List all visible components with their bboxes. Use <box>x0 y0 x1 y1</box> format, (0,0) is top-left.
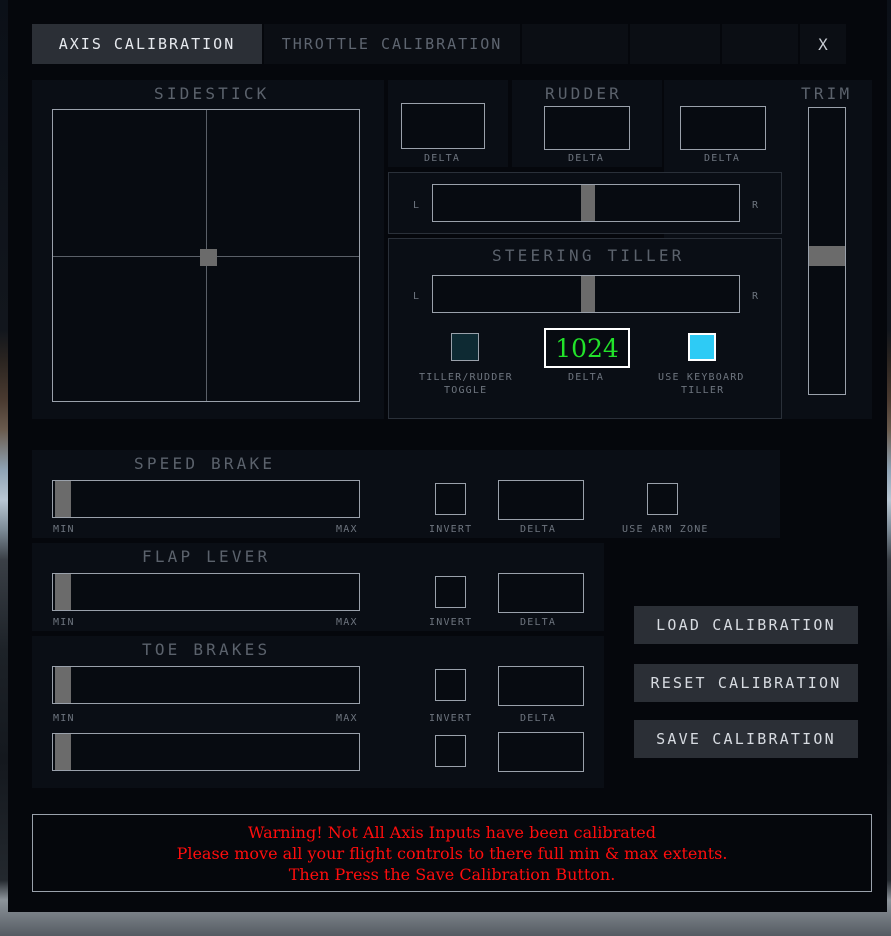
speed-brake-min-label: MIN <box>53 524 75 535</box>
toe-brakes-delta-label: DELTA <box>520 713 557 724</box>
speed-brake-title: SPEED BRAKE <box>134 454 276 473</box>
flap-lever-title: FLAP LEVER <box>142 547 271 566</box>
trim-delta-label: DELTA <box>704 153 741 164</box>
flap-lever-max-label: MAX <box>336 617 358 628</box>
flap-lever-invert-checkbox[interactable] <box>435 576 466 608</box>
tab-throttle-calibration-label: THROTTLE CALIBRATION <box>281 35 503 53</box>
speed-brake-delta-value <box>499 481 583 519</box>
tiller-right-label: R <box>752 291 760 302</box>
flap-lever-delta-label: DELTA <box>520 617 557 628</box>
speed-brake-invert-label: INVERT <box>429 524 473 535</box>
toe-brakes-slider-left[interactable] <box>52 666 360 704</box>
speed-brake-max-label: MAX <box>336 524 358 535</box>
tiller-left-label: L <box>413 291 421 302</box>
close-icon[interactable]: X <box>800 24 846 64</box>
toe-brakes-slider-right[interactable] <box>52 733 360 771</box>
toe-brakes-delta-box-right[interactable] <box>498 732 584 772</box>
trim-slider[interactable] <box>808 107 846 395</box>
reset-calibration-label: RESET CALIBRATION <box>650 674 842 692</box>
toe-brakes-invert-checkbox-left[interactable] <box>435 669 466 701</box>
tiller-delta-value: 1024 <box>555 333 619 363</box>
steering-tiller-title: STEERING TILLER <box>492 246 685 265</box>
tab-empty-2[interactable] <box>630 24 720 64</box>
rudder-right-label: R <box>752 200 760 211</box>
sidestick-delta-value <box>402 104 484 148</box>
speed-brake-arm-zone-checkbox[interactable] <box>647 483 678 515</box>
toe-brakes-min-label: MIN <box>53 713 75 724</box>
flap-lever-delta-box[interactable] <box>498 573 584 613</box>
tiller-delta-label: DELTA <box>568 372 605 383</box>
save-calibration-label: SAVE CALIBRATION <box>656 730 836 748</box>
speed-brake-slider-thumb[interactable] <box>55 481 71 517</box>
warning-line-1: Warning! Not All Axis Inputs have been c… <box>248 822 656 842</box>
sidestick-cursor[interactable] <box>200 249 217 266</box>
load-calibration-button[interactable]: LOAD CALIBRATION <box>634 606 858 644</box>
speed-brake-slider[interactable] <box>52 480 360 518</box>
flap-lever-slider-thumb[interactable] <box>55 574 71 610</box>
save-calibration-button[interactable]: SAVE CALIBRATION <box>634 720 858 758</box>
sidestick-delta-label: DELTA <box>424 153 461 164</box>
tab-empty-1[interactable] <box>522 24 628 64</box>
toe-brakes-invert-checkbox-right[interactable] <box>435 735 466 767</box>
rudder-title: RUDDER <box>545 84 622 103</box>
tiller-rudder-toggle-label-line1: TILLER/RUDDER <box>419 372 513 383</box>
toe-brakes-slider-left-thumb[interactable] <box>55 667 71 703</box>
close-label: X <box>818 34 828 54</box>
rudder-delta-label: DELTA <box>568 153 605 164</box>
toe-brakes-max-label: MAX <box>336 713 358 724</box>
toe-brakes-invert-label: INVERT <box>429 713 473 724</box>
trim-delta-value <box>681 107 765 149</box>
sidestick-delta-box[interactable] <box>401 103 485 149</box>
flap-lever-delta-value <box>499 574 583 612</box>
toe-brakes-delta-value-left <box>499 667 583 705</box>
rudder-slider-thumb[interactable] <box>581 185 595 221</box>
trim-title: TRIM <box>801 84 853 103</box>
flap-lever-min-label: MIN <box>53 617 75 628</box>
tab-axis-calibration-label: AXIS CALIBRATION <box>58 35 236 53</box>
trim-delta-box[interactable] <box>680 106 766 150</box>
load-calibration-label: LOAD CALIBRATION <box>656 616 836 634</box>
tab-bar: AXIS CALIBRATION THROTTLE CALIBRATION X <box>32 24 872 64</box>
speed-brake-invert-checkbox[interactable] <box>435 483 466 515</box>
tiller-delta-box[interactable]: 1024 <box>544 328 630 368</box>
speed-brake-delta-label: DELTA <box>520 524 557 535</box>
sidestick-axis-pad[interactable] <box>52 109 360 402</box>
warning-line-2: Please move all your flight controls to … <box>176 843 728 863</box>
tab-axis-calibration[interactable]: AXIS CALIBRATION <box>32 24 262 64</box>
speed-brake-arm-zone-label: USE ARM ZONE <box>622 524 709 535</box>
use-keyboard-tiller-checkbox[interactable] <box>688 333 716 361</box>
rudder-slider[interactable] <box>432 184 740 222</box>
toe-brakes-slider-right-thumb[interactable] <box>55 734 71 770</box>
tab-throttle-calibration[interactable]: THROTTLE CALIBRATION <box>264 24 520 64</box>
toe-brakes-delta-value-right <box>499 733 583 771</box>
flap-lever-invert-label: INVERT <box>429 617 473 628</box>
speed-brake-delta-box[interactable] <box>498 480 584 520</box>
tiller-slider[interactable] <box>432 275 740 313</box>
use-keyboard-tiller-label-line2: TILLER <box>681 385 725 396</box>
toe-brakes-title: TOE BRAKES <box>142 640 271 659</box>
rudder-delta-value <box>545 107 629 149</box>
reset-calibration-button[interactable]: RESET CALIBRATION <box>634 664 858 702</box>
tiller-rudder-toggle-label-line2: TOGGLE <box>444 385 488 396</box>
warning-line-3: Then Press the Save Calibration Button. <box>288 864 616 884</box>
use-keyboard-tiller-label-line1: USE KEYBOARD <box>658 372 745 383</box>
flap-lever-slider[interactable] <box>52 573 360 611</box>
sidestick-title: SIDESTICK <box>154 84 270 103</box>
tiller-rudder-toggle-checkbox[interactable] <box>451 333 479 361</box>
tab-empty-3[interactable] <box>722 24 798 64</box>
warning-box: Warning! Not All Axis Inputs have been c… <box>32 814 872 892</box>
trim-slider-thumb[interactable] <box>809 246 845 266</box>
toe-brakes-delta-box-left[interactable] <box>498 666 584 706</box>
tiller-slider-thumb[interactable] <box>581 276 595 312</box>
rudder-left-label: L <box>413 200 421 211</box>
calibration-window: AXIS CALIBRATION THROTTLE CALIBRATION X … <box>8 0 887 912</box>
rudder-delta-box[interactable] <box>544 106 630 150</box>
